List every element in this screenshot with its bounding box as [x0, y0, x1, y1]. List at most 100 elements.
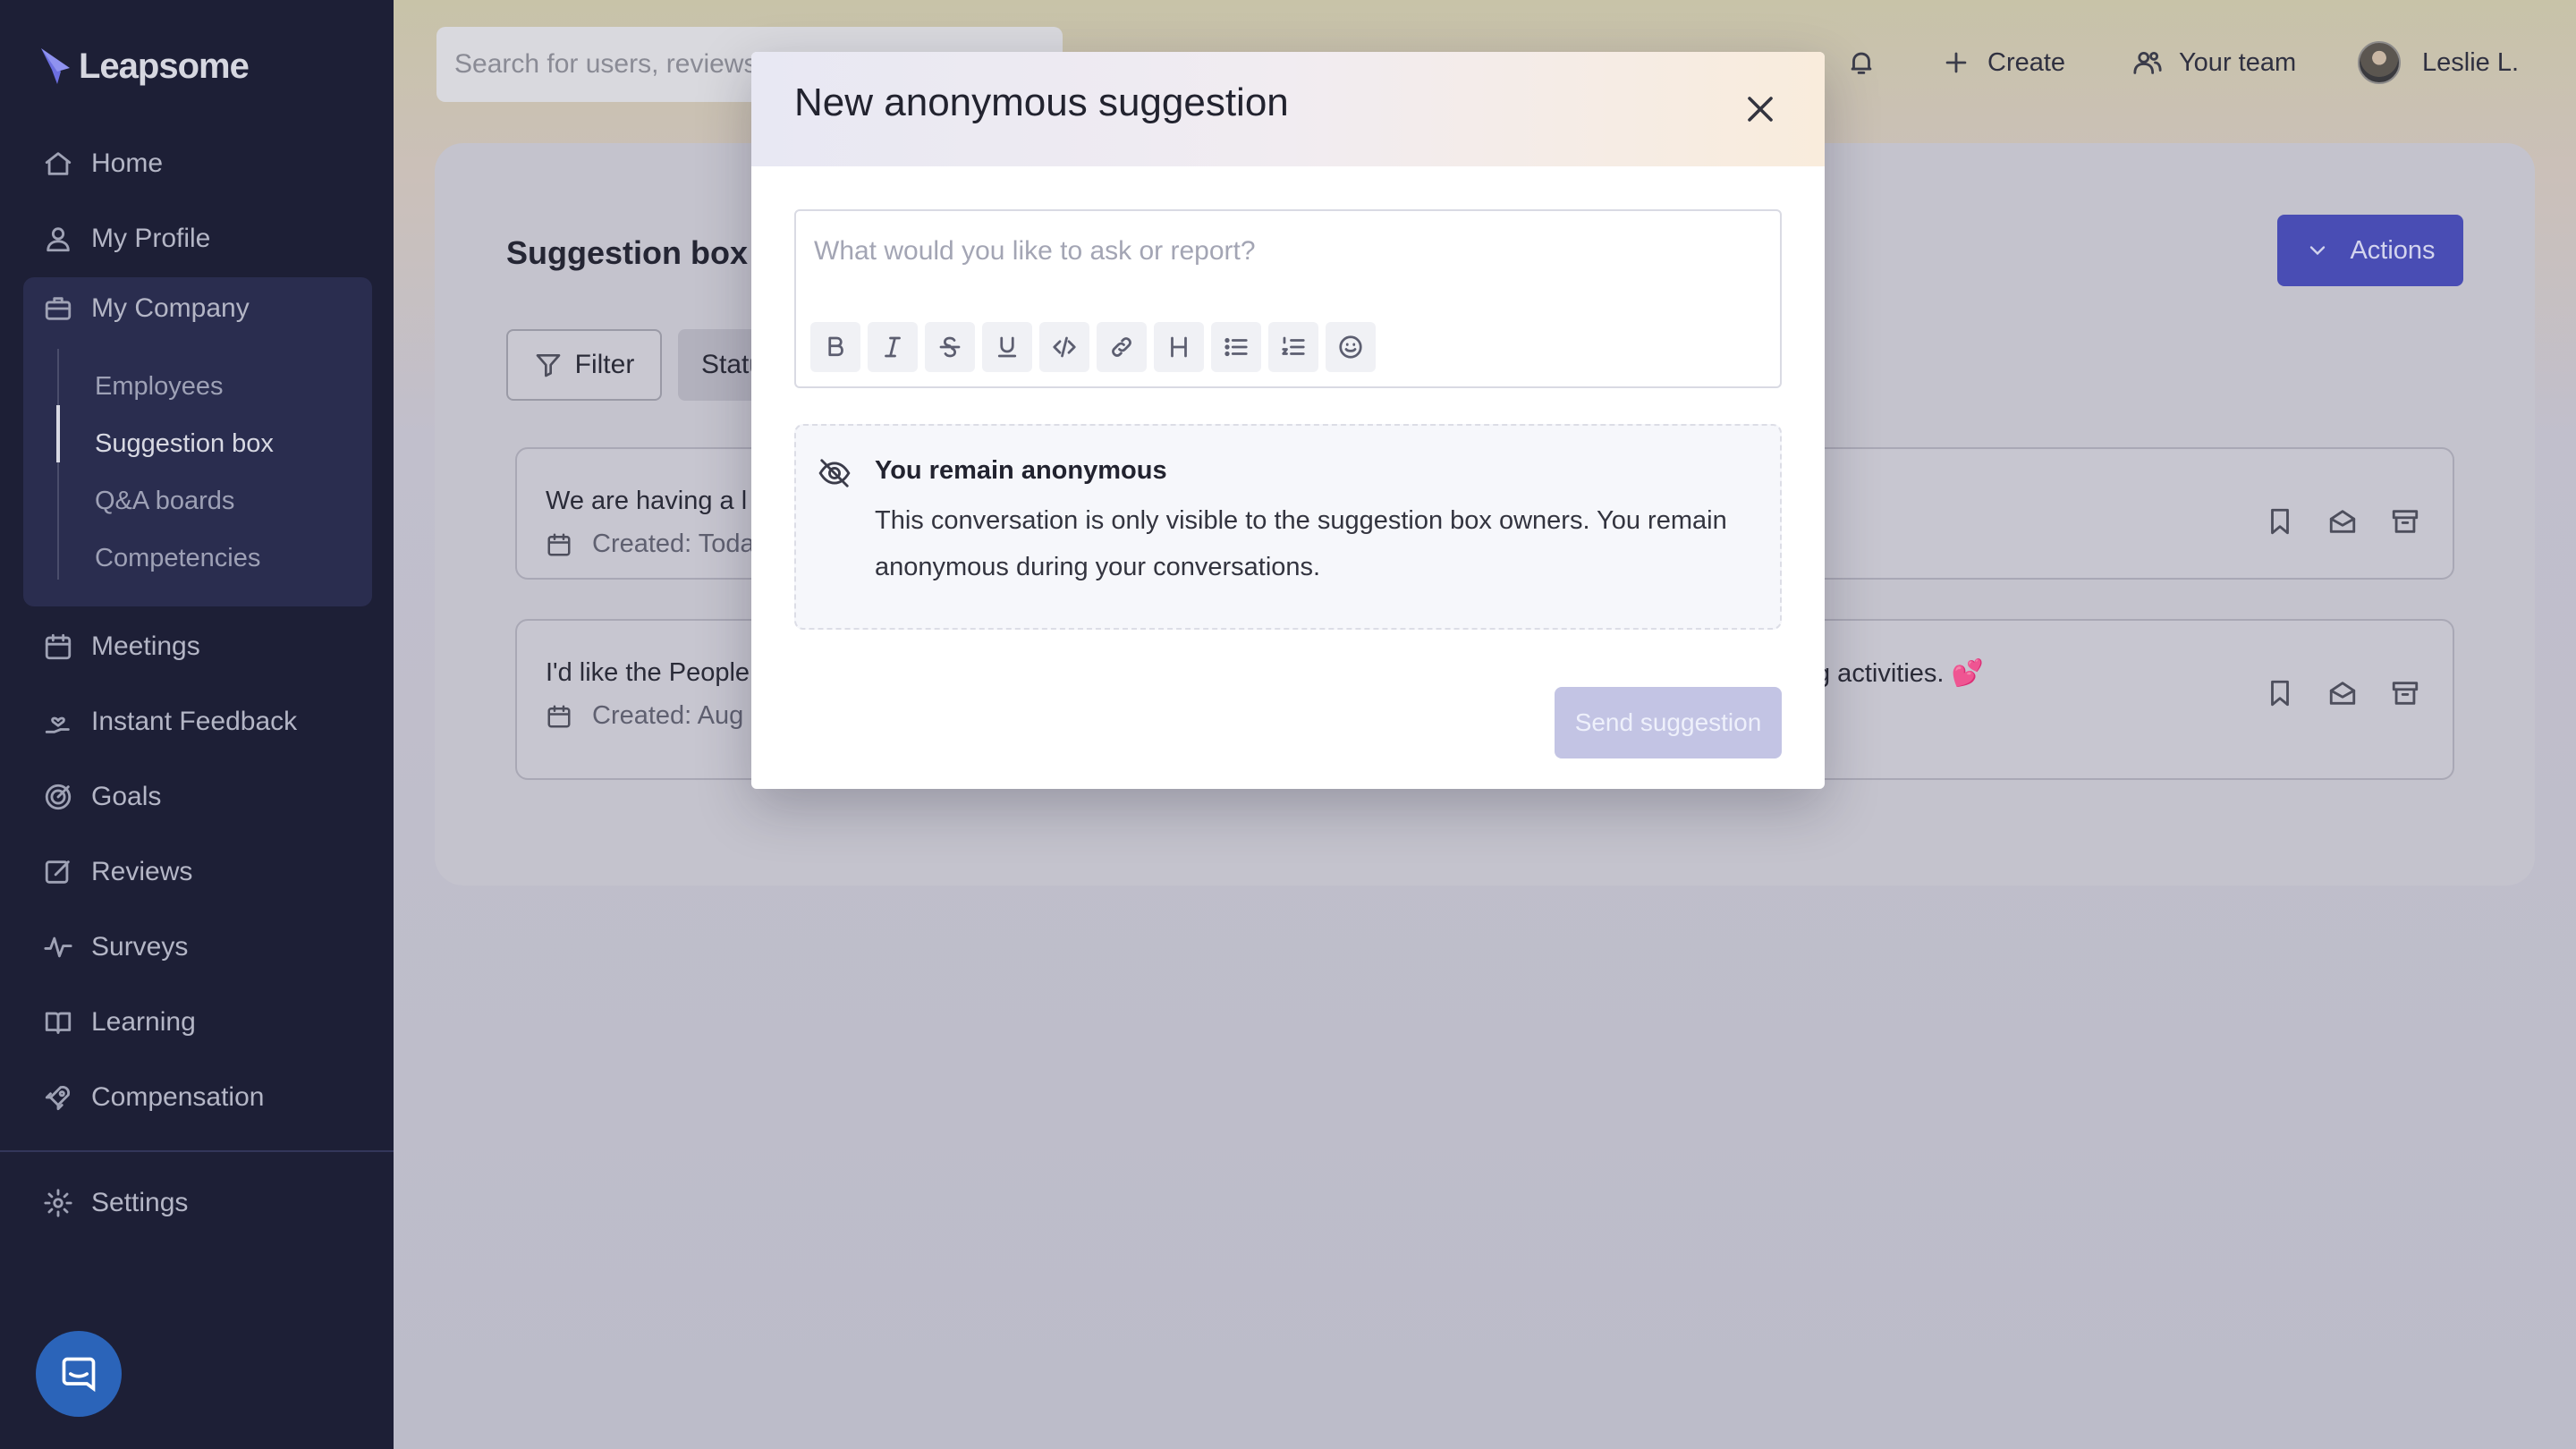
subnav-line — [57, 349, 59, 580]
filter-button[interactable]: Filter — [506, 329, 662, 401]
gear-icon — [44, 1189, 72, 1217]
numbered-list-icon — [1282, 336, 1305, 355]
sidebar-item-my-profile[interactable]: My Profile — [23, 208, 372, 270]
anonymity-notice-text: This conversation is only visible to the… — [875, 506, 1727, 581]
heading-button[interactable] — [1154, 322, 1204, 372]
italic-icon — [885, 336, 901, 358]
numbered-list-button[interactable] — [1268, 322, 1318, 372]
suggestion-created: Created: Aug — [592, 701, 744, 730]
avatar — [2358, 41, 2401, 84]
code-button[interactable] — [1039, 322, 1089, 372]
sidebar-subitem-competencies[interactable]: Competencies — [95, 531, 260, 585]
heading-icon — [1171, 336, 1187, 358]
logo-text: Leapsome — [79, 46, 250, 86]
sidebar-item-compensation[interactable]: Compensation — [23, 1066, 372, 1129]
send-suggestion-button[interactable]: Send suggestion — [1555, 687, 1782, 758]
modal-header: New anonymous suggestion — [751, 52, 1825, 166]
sidebar-item-goals[interactable]: Goals — [23, 766, 372, 828]
sidebar-subitem-label: Employees — [95, 371, 224, 401]
editor-toolbar — [810, 322, 1376, 372]
close-icon[interactable] — [1739, 88, 1782, 131]
sidebar-item-label: Reviews — [91, 857, 193, 886]
book-icon — [45, 1012, 72, 1034]
sidebar-subitem-label: Suggestion box — [95, 428, 274, 458]
anonymity-notice-title: You remain anonymous — [875, 456, 1167, 485]
archive-icon[interactable] — [2390, 678, 2420, 708]
archive-icon[interactable] — [2390, 506, 2420, 537]
mail-open-icon[interactable] — [2327, 506, 2358, 537]
target-icon — [45, 784, 72, 810]
emoji-icon — [1339, 335, 1362, 359]
create-button[interactable]: Create — [1941, 36, 2065, 89]
sidebar-item-label: Goals — [91, 782, 162, 811]
sidebar-item-label: Surveys — [91, 932, 189, 962]
your-team-button[interactable]: Your team — [2132, 36, 2296, 89]
sidebar-item-label: My Company — [91, 293, 250, 323]
sidebar-item-label: My Profile — [91, 224, 211, 253]
filter-icon — [536, 354, 560, 377]
sidebar-item-label: Compensation — [91, 1082, 265, 1112]
suggestion-date: Created: Toda — [546, 530, 755, 559]
sidebar-item-label: Settings — [91, 1188, 189, 1217]
sidebar-subitem-employees[interactable]: Employees — [95, 360, 223, 413]
actions-label: Actions — [2350, 235, 2436, 265]
suggestion-created: Created: Toda — [592, 530, 755, 558]
sidebar-item-reviews[interactable]: Reviews — [23, 841, 372, 903]
sidebar-subitem-label: Q&A boards — [95, 486, 235, 515]
sidebar-item-home[interactable]: Home — [23, 132, 372, 195]
sidebar-divider — [0, 1150, 394, 1152]
page-title: Suggestion box — [506, 234, 748, 271]
emoji-button[interactable] — [1326, 322, 1376, 372]
sidebar-item-learning[interactable]: Learning — [23, 991, 372, 1054]
underline-icon — [997, 336, 1017, 358]
new-suggestion-modal: New anonymous suggestion What would you … — [751, 52, 1825, 789]
team-icon — [2133, 51, 2162, 74]
suggestion-actions — [2265, 506, 2420, 537]
calendar-icon — [45, 633, 72, 660]
plus-icon — [1945, 52, 1967, 73]
sidebar-company-group: My Company Employees Suggestion box Q&A … — [23, 277, 372, 606]
bookmark-icon[interactable] — [2265, 678, 2295, 708]
sidebar-item-surveys[interactable]: Surveys — [23, 916, 372, 979]
sidebar-item-instant-feedback[interactable]: Instant Feedback — [23, 691, 372, 753]
strikethrough-icon — [939, 336, 961, 358]
link-button[interactable] — [1097, 322, 1147, 372]
mail-open-icon[interactable] — [2327, 678, 2358, 708]
hand-heart-icon — [45, 716, 70, 733]
suggestion-editor — [794, 209, 1782, 388]
underline-button[interactable] — [982, 322, 1032, 372]
notifications-button[interactable] — [1846, 36, 1893, 89]
chevron-down-icon — [2310, 246, 2326, 256]
leapsome-logo-icon — [41, 48, 70, 84]
suggestion-actions — [2265, 678, 2420, 708]
sidebar-item-settings[interactable]: Settings — [23, 1172, 372, 1234]
suggestion-input[interactable] — [814, 229, 1762, 274]
actions-button[interactable]: Actions — [2277, 215, 2463, 286]
bullet-list-button[interactable] — [1211, 322, 1261, 372]
leapsome-logo[interactable]: Leapsome — [38, 41, 250, 91]
chat-icon — [62, 1357, 96, 1393]
sidebar-item-label: Learning — [91, 1007, 196, 1037]
bell-icon — [1851, 52, 1872, 74]
sidebar-item-label: Meetings — [91, 631, 200, 661]
sidebar-subitem-qa-boards[interactable]: Q&A boards — [95, 474, 234, 528]
briefcase-icon — [45, 297, 72, 320]
filter-label: Filter — [574, 350, 635, 379]
sidebar-subitem-suggestion-box[interactable]: Suggestion box — [95, 417, 274, 470]
bold-icon — [828, 336, 843, 357]
subnav-active-indicator — [56, 405, 60, 462]
rocket-icon — [45, 1085, 71, 1111]
calendar-icon — [547, 705, 571, 727]
user-menu[interactable]: Leslie L. — [2358, 36, 2519, 89]
italic-button[interactable] — [868, 322, 918, 372]
sidebar-item-my-company[interactable]: My Company — [23, 277, 372, 340]
bold-button[interactable] — [810, 322, 860, 372]
sidebar-item-meetings[interactable]: Meetings — [23, 615, 372, 678]
code-icon — [1053, 336, 1076, 358]
suggestion-text-end: g activities. 💕 — [1816, 659, 1984, 688]
bookmark-icon[interactable] — [2265, 506, 2295, 537]
strikethrough-button[interactable] — [925, 322, 975, 372]
sidebar-item-label: Instant Feedback — [91, 707, 298, 736]
suggestion-text: We are having a l — [546, 487, 748, 515]
chat-launcher-button[interactable] — [36, 1331, 122, 1417]
